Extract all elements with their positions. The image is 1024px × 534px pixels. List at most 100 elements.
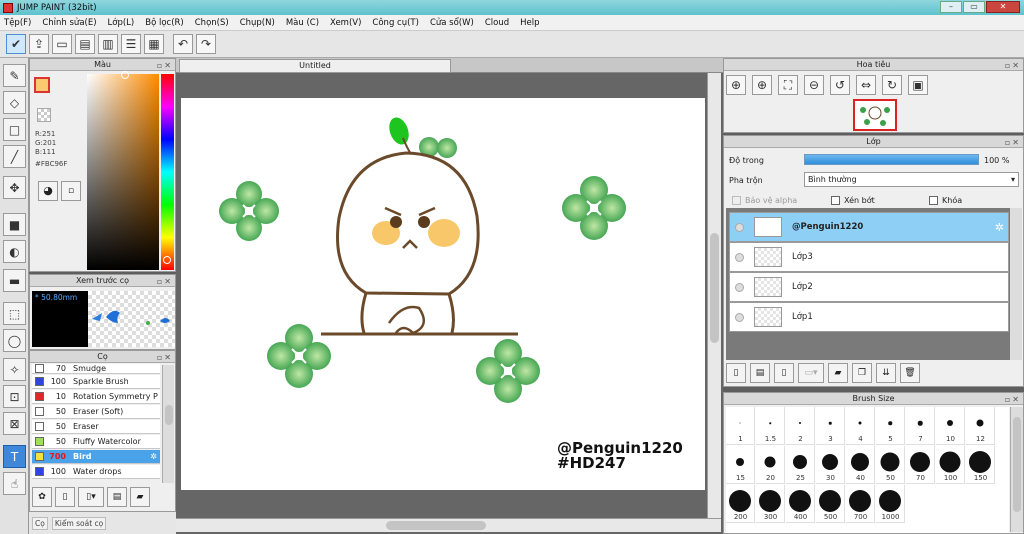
close-button[interactable]: ✕	[986, 1, 1020, 13]
brush-size-option[interactable]: 12	[966, 407, 995, 445]
protect-alpha-checkbox[interactable]	[732, 196, 741, 205]
duplicate-layer-icon[interactable]: ❐	[852, 363, 872, 383]
magic-wand-tool-icon[interactable]: ✧	[3, 358, 26, 381]
panel-controls-icon[interactable]: ▫✕	[1005, 394, 1021, 405]
rotate-left-icon[interactable]: ↺	[830, 75, 850, 95]
brush-item[interactable]: 50 Fluffy Watercolor	[32, 435, 160, 449]
brush-size-option[interactable]: 10	[936, 407, 965, 445]
list-icon[interactable]: ☰	[121, 34, 141, 54]
redo-icon[interactable]: ↷	[196, 34, 216, 54]
line-tool-icon[interactable]: ╱	[3, 145, 26, 168]
lock-checkbox[interactable]	[929, 196, 938, 205]
brush-copy-icon[interactable]: ▤	[107, 487, 127, 507]
select-pen-tool-icon[interactable]: ⊡	[3, 385, 26, 408]
panel-controls-icon[interactable]: ▫✕	[157, 60, 173, 71]
pen-tool-icon[interactable]: ✎	[3, 64, 26, 87]
brush-size-option[interactable]: 700	[846, 485, 875, 523]
merge-layer-icon[interactable]: ⇊	[876, 363, 896, 383]
scrollbar-thumb[interactable]	[1013, 417, 1021, 512]
brush-size-option[interactable]: 4	[846, 407, 875, 445]
brush-size-option[interactable]: 400	[786, 485, 815, 523]
brush-size-option[interactable]: 70	[906, 446, 935, 484]
canvas-area[interactable]: @Penguin1220 #HD247	[176, 73, 723, 534]
brush-menu-icon[interactable]: ▯▾	[78, 487, 104, 507]
hue-slider[interactable]	[161, 74, 174, 270]
layer-row-selected[interactable]: @Penguin1220 ✲	[729, 212, 1009, 242]
gradient-tool-icon[interactable]: ▬	[3, 269, 26, 292]
maximize-button[interactable]: ▭	[963, 1, 985, 13]
brush-size-option[interactable]: 25	[786, 446, 815, 484]
brush-add-icon[interactable]: ✿	[32, 487, 52, 507]
minimize-button[interactable]: –	[940, 1, 962, 13]
swap-color-icon[interactable]: ▫	[61, 181, 81, 201]
visibility-icon[interactable]	[735, 282, 744, 292]
new-brush-icon[interactable]: ▯	[55, 487, 75, 507]
brush-size-option[interactable]: 1.5	[756, 407, 785, 445]
rectangle-tool-icon[interactable]: □	[3, 118, 26, 141]
menu-capture[interactable]: Chụp(N)	[240, 18, 275, 28]
brush-item[interactable]: 70 Smudge	[32, 364, 160, 374]
navigator-thumbnail[interactable]	[853, 99, 897, 131]
layer-list-scrollbar[interactable]	[1010, 208, 1022, 360]
brush-size-option[interactable]: 40	[846, 446, 875, 484]
brush-size-option[interactable]: 30	[816, 446, 845, 484]
select-rect-tool-icon[interactable]: ⬚	[3, 302, 26, 325]
zoom-out-icon[interactable]: ⊖	[804, 75, 824, 95]
layer-row[interactable]: Lớp3	[729, 242, 1009, 272]
brush-size-option[interactable]: 2	[786, 407, 815, 445]
menu-layer[interactable]: Lớp(L)	[108, 18, 135, 28]
gear-icon[interactable]: ✲	[150, 452, 157, 461]
message-icon[interactable]: ▤	[75, 34, 95, 54]
brush-size-option[interactable]: 200	[726, 485, 755, 523]
menu-view[interactable]: Xem(V)	[330, 18, 361, 28]
brush-size-option[interactable]: 300	[756, 485, 785, 523]
menu-select[interactable]: Chọn(S)	[195, 18, 229, 28]
share-icon[interactable]: ⇪	[29, 34, 49, 54]
zoom-actual-icon[interactable]: ⊕	[726, 75, 746, 95]
new-halftone-layer-icon[interactable]: ▤	[750, 363, 770, 383]
menu-edit[interactable]: Chỉnh sửa(E)	[42, 18, 96, 28]
move-tool-icon[interactable]: ✥	[3, 176, 26, 199]
fit-window-icon[interactable]: ⛶	[778, 75, 798, 95]
clip-checkbox[interactable]	[831, 196, 840, 205]
saturation-value-picker[interactable]	[87, 71, 159, 270]
brush-item[interactable]: 100 Sparkle Brush	[32, 375, 160, 389]
brush-size-option[interactable]: 500	[816, 485, 845, 523]
brush-list-scrollbar[interactable]	[162, 365, 174, 483]
brush-size-option[interactable]: 20	[756, 446, 785, 484]
delete-layer-icon[interactable]: 🗑	[900, 363, 920, 383]
menu-color[interactable]: Màu (C)	[286, 18, 319, 28]
brush-item[interactable]: 50 Eraser	[32, 420, 160, 434]
menu-window[interactable]: Cửa sổ(W)	[430, 18, 474, 28]
visibility-icon[interactable]	[735, 252, 744, 262]
panel-controls-icon[interactable]: ▫✕	[1005, 137, 1021, 148]
brush-size-option[interactable]: 7	[906, 407, 935, 445]
layer-options-icon[interactable]: ▭▾	[798, 363, 824, 383]
layout-icon[interactable]: ▦	[144, 34, 164, 54]
new-layer-icon[interactable]: ▯	[726, 363, 746, 383]
brush-size-option[interactable]: 100	[936, 446, 965, 484]
brush-size-scrollbar[interactable]	[1010, 407, 1023, 532]
brush-item[interactable]: 10 Rotation Symmetry P	[32, 390, 160, 404]
hue-cursor[interactable]	[163, 256, 171, 264]
lock-view-icon[interactable]: ▣	[908, 75, 928, 95]
blend-mode-select[interactable]: Bình thường ▾	[804, 172, 1019, 187]
brush-size-option[interactable]: 15	[726, 446, 755, 484]
scrollbar-thumb[interactable]	[710, 233, 719, 343]
brush-size-option[interactable]: 5	[876, 407, 905, 445]
brush-item[interactable]: 50 Eraser (Soft)	[32, 405, 160, 419]
menu-cloud[interactable]: Cloud	[485, 18, 509, 28]
canvas-tab[interactable]: Untitled	[179, 59, 451, 73]
fill-rect-tool-icon[interactable]: ■	[3, 213, 26, 236]
brush-item[interactable]: 100 Water drops	[32, 465, 160, 479]
transparent-color-swatch[interactable]	[37, 108, 51, 122]
text-tool-icon[interactable]: T	[3, 445, 26, 468]
menu-help[interactable]: Help	[520, 18, 539, 28]
palette-icon[interactable]: ◕	[38, 181, 58, 201]
brush-size-option[interactable]: 1	[726, 407, 755, 445]
bucket-tool-icon[interactable]: ◐	[3, 240, 26, 263]
drawing-paper[interactable]: @Penguin1220 #HD247	[181, 98, 705, 490]
visibility-icon[interactable]	[735, 222, 744, 232]
brush-size-option[interactable]: 3	[816, 407, 845, 445]
hand-tool-icon[interactable]: ☝	[3, 472, 26, 495]
